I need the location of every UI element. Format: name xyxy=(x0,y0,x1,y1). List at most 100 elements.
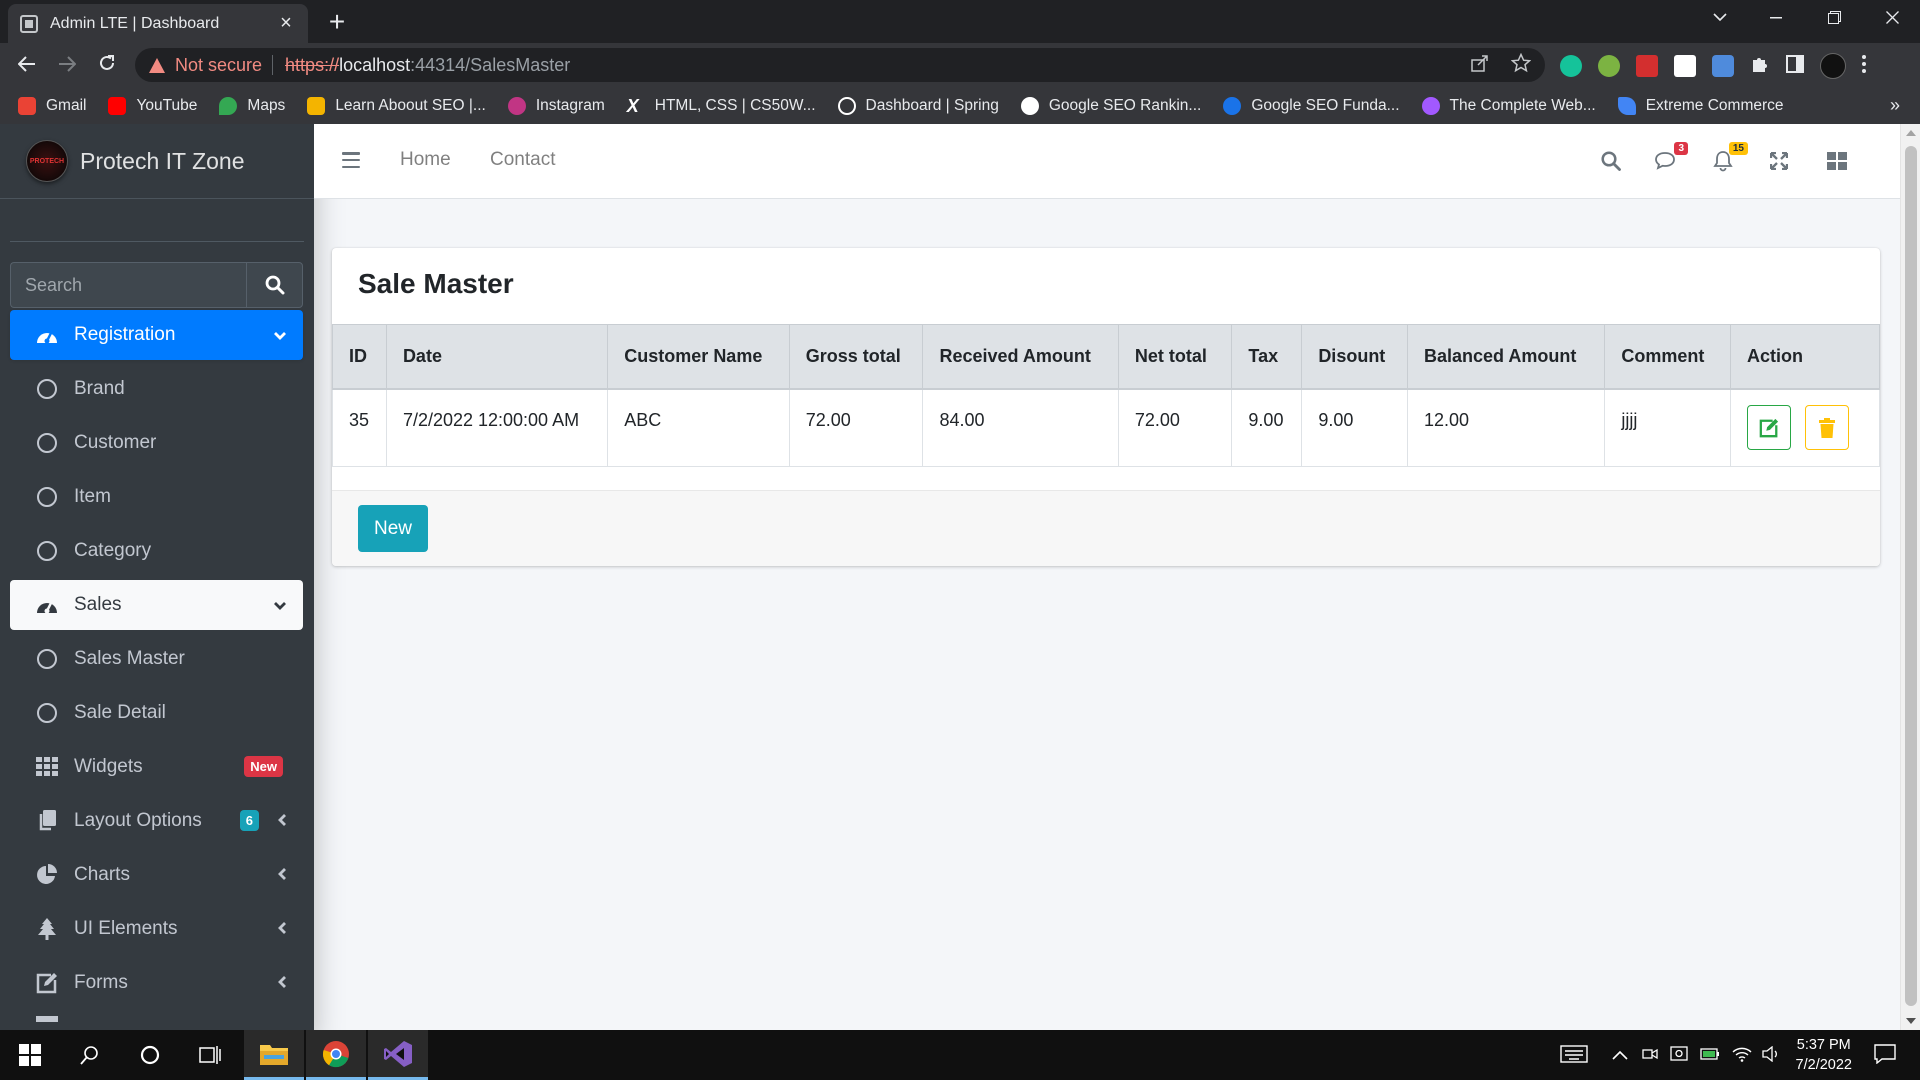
minimize-icon[interactable] xyxy=(1748,0,1804,35)
keyboard-icon[interactable] xyxy=(1559,1044,1588,1066)
sidebar-item-widgets[interactable]: Widgets New xyxy=(10,742,303,792)
bookmark-label: Maps xyxy=(247,96,286,114)
close-window-icon[interactable] xyxy=(1864,0,1920,35)
bookmark-youtube[interactable]: YouTube xyxy=(108,96,197,115)
wifi-icon[interactable] xyxy=(1732,1046,1752,1065)
puzzle-extensions-icon[interactable] xyxy=(1750,54,1770,79)
bookmark-maps[interactable]: Maps xyxy=(219,96,286,115)
navbar-search-button[interactable] xyxy=(1596,146,1626,176)
fullscreen-button[interactable] xyxy=(1764,146,1794,176)
sidebar-item-sales-master[interactable]: Sales Master xyxy=(10,634,303,684)
sidebar-item-sales[interactable]: Sales xyxy=(10,580,303,630)
sidebar-item-customer[interactable]: Customer xyxy=(10,418,303,468)
delete-button[interactable] xyxy=(1805,405,1849,451)
start-button[interactable] xyxy=(0,1030,60,1080)
bookmark-label: The Complete Web... xyxy=(1449,96,1596,114)
bookmark-complete-web[interactable]: The Complete Web... xyxy=(1421,96,1596,115)
cell-discount: 9.00 xyxy=(1301,388,1409,467)
lightbulb-extension-icon[interactable] xyxy=(1598,55,1620,77)
bookmark-extreme-commerce[interactable]: Extreme Commerce xyxy=(1617,96,1784,115)
visual-studio-button[interactable] xyxy=(368,1030,428,1080)
sidebar-item-sale-detail[interactable]: Sale Detail xyxy=(10,688,303,738)
sidebar-item-item[interactable]: Item xyxy=(10,472,303,522)
sidebar-item-label: Brand xyxy=(74,378,125,399)
bookmark-google-seo-fundamentals[interactable]: Google SEO Funda... xyxy=(1223,96,1400,115)
task-view-button[interactable] xyxy=(180,1030,240,1080)
x-icon: X xyxy=(626,95,639,116)
battery-icon[interactable] xyxy=(1699,1047,1720,1064)
bookmark-gmail[interactable]: Gmail xyxy=(18,96,86,115)
nav-contact-link[interactable]: Contact xyxy=(490,149,555,171)
bookmark-dashboard-spring[interactable]: Dashboard | Spring xyxy=(837,96,999,115)
edit-button[interactable] xyxy=(1747,405,1791,451)
bookmark-instagram[interactable]: Instagram xyxy=(507,96,605,115)
restore-icon[interactable] xyxy=(1806,0,1862,35)
cortana-button[interactable] xyxy=(120,1030,180,1080)
scroll-down-arrow-icon[interactable] xyxy=(1906,1018,1916,1024)
sidebar-item-brand[interactable]: Brand xyxy=(10,364,303,414)
cell-net-total: 72.00 xyxy=(1117,388,1233,467)
brand-link[interactable]: PROTECH Protech IT Zone xyxy=(0,124,314,199)
tab-close-icon[interactable]: × xyxy=(276,12,296,35)
grid-icon xyxy=(34,754,60,780)
chrome-taskbar-button[interactable] xyxy=(306,1030,366,1080)
scroll-thumb[interactable] xyxy=(1905,146,1917,1006)
bookmark-star-icon[interactable] xyxy=(1510,52,1532,78)
sidebar-item-layout-options[interactable]: Layout Options 6 xyxy=(10,796,303,846)
brand-text: Protech IT Zone xyxy=(80,147,245,174)
control-sidebar-button[interactable] xyxy=(1822,146,1852,176)
sidebar-search-input[interactable] xyxy=(10,262,246,308)
volume-icon[interactable] xyxy=(1761,1045,1780,1065)
bookmark-cs50w[interactable]: X HTML, CSS | CS50W... xyxy=(627,97,816,115)
notifications-button[interactable]: 15 xyxy=(1708,142,1748,176)
hamburger-menu-icon[interactable] xyxy=(342,152,360,168)
security-shield-icon[interactable] xyxy=(1669,1045,1688,1066)
messages-button[interactable]: 3 xyxy=(1652,142,1688,176)
file-explorer-button[interactable] xyxy=(244,1030,304,1080)
tray-expand-chevron-icon[interactable] xyxy=(1611,1047,1628,1063)
sidebar-search-button[interactable] xyxy=(246,262,303,308)
sidebar-item-forms[interactable]: Forms xyxy=(10,958,303,1008)
forward-arrow-icon[interactable] xyxy=(51,49,83,81)
bookmarks-overflow-icon[interactable]: » xyxy=(1890,95,1900,116)
reload-icon[interactable] xyxy=(91,49,123,81)
meet-now-icon[interactable] xyxy=(1641,1046,1658,1065)
screen-capture-icon[interactable] xyxy=(1712,55,1734,77)
sidebar-item-label: Sale Detail xyxy=(74,702,166,723)
browser-tab[interactable]: Admin LTE | Dashboard × xyxy=(8,4,308,43)
column-header: Tax xyxy=(1231,324,1303,390)
taskbar-clock[interactable]: 5:37 PM 7/2/2022 xyxy=(1796,1035,1852,1075)
count-badge: 6 xyxy=(239,810,259,831)
t-extension-icon[interactable] xyxy=(1674,55,1696,77)
profile-avatar-icon[interactable] xyxy=(1820,53,1846,79)
bookmark-learn-seo[interactable]: Learn Aboout SEO |... xyxy=(307,96,486,115)
cortana-circle-icon xyxy=(140,1045,160,1065)
grammarly-icon[interactable] xyxy=(1560,55,1582,77)
scroll-up-arrow-icon[interactable] xyxy=(1906,130,1916,136)
side-panel-icon[interactable] xyxy=(1786,54,1804,78)
not-secure-label[interactable]: Not secure xyxy=(175,55,262,76)
sidebar-item-ui-elements[interactable]: UI Elements xyxy=(10,904,303,954)
sidebar-item-charts[interactable]: Charts xyxy=(10,850,303,900)
circle-icon xyxy=(34,484,60,510)
notification-center-icon[interactable] xyxy=(1874,1043,1896,1067)
bookmark-label: HTML, CSS | CS50W... xyxy=(654,96,816,114)
new-tab-button[interactable]: + xyxy=(322,8,352,38)
taskbar-search-button[interactable] xyxy=(60,1030,120,1080)
chrome-menu-icon[interactable] xyxy=(1862,54,1866,78)
new-button[interactable]: New xyxy=(358,505,428,552)
sidebar-item-partial[interactable] xyxy=(10,1012,303,1030)
back-arrow-icon[interactable] xyxy=(11,49,43,81)
sidebar-search xyxy=(10,262,303,308)
share-icon[interactable] xyxy=(1471,54,1489,77)
sidebar-item-registration[interactable]: Registration xyxy=(10,310,303,360)
page-scrollbar[interactable] xyxy=(1900,124,1920,1030)
sidebar-item-category[interactable]: Category xyxy=(10,526,303,576)
nav-home-link[interactable]: Home xyxy=(400,149,451,171)
cell-customer: ABC xyxy=(607,388,790,467)
bookmark-google-seo-ranking[interactable]: Google SEO Rankin... xyxy=(1020,96,1201,115)
table-header-row: ID Date Customer Name Gross total Receiv… xyxy=(332,324,1880,390)
address-bar[interactable]: Not secure https:// localhost :44314/Sal… xyxy=(135,48,1545,82)
tab-search-icon[interactable] xyxy=(1692,0,1748,35)
colorpick-extension-icon[interactable] xyxy=(1636,55,1658,77)
